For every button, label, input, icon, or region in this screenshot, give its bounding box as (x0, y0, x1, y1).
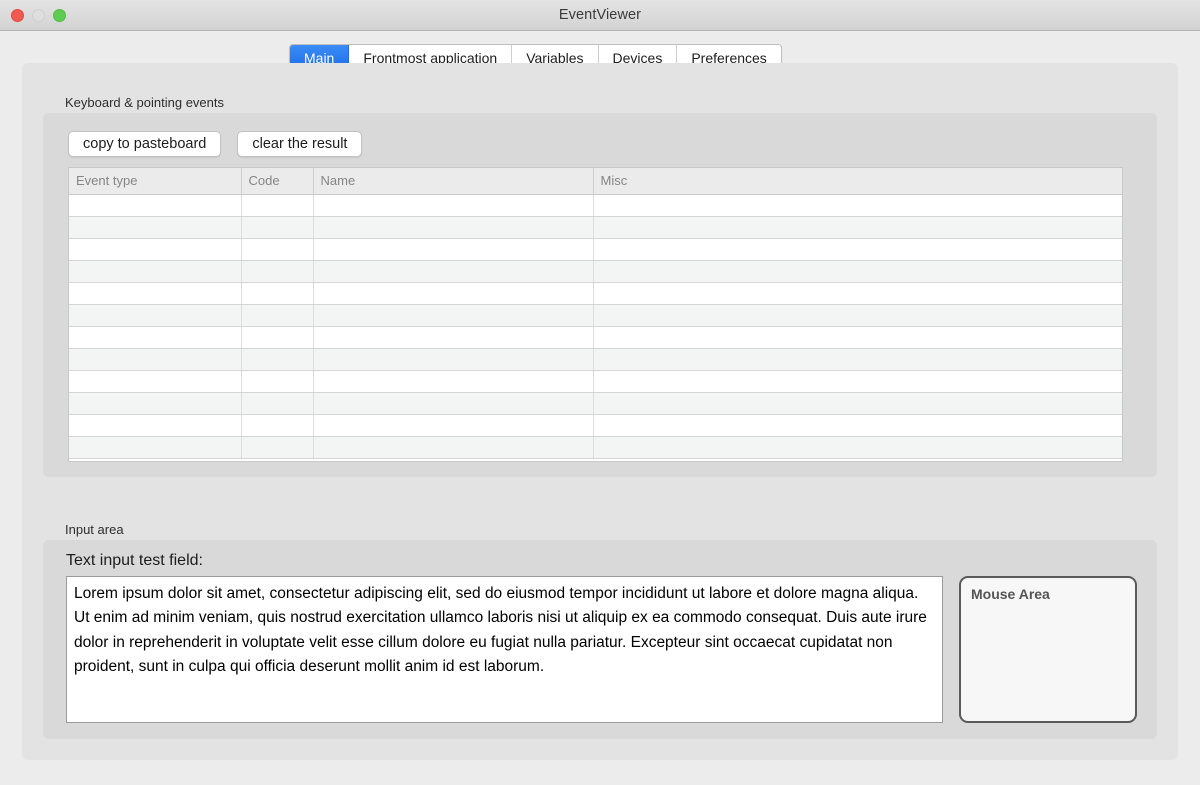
table-row[interactable] (69, 194, 1122, 216)
table-row[interactable] (69, 238, 1122, 260)
table-row[interactable] (69, 282, 1122, 304)
clear-the-result-button[interactable]: clear the result (237, 131, 362, 157)
table-cell (241, 414, 313, 436)
table-cell (313, 282, 593, 304)
events-table-body (69, 194, 1122, 458)
table-cell (593, 216, 1122, 238)
copy-to-pasteboard-button[interactable]: copy to pasteboard (68, 131, 221, 157)
input-group-box: Text input test field: Mouse Area (43, 540, 1157, 739)
table-cell (241, 282, 313, 304)
table-cell (69, 304, 241, 326)
table-cell (69, 326, 241, 348)
table-cell (313, 194, 593, 216)
table-cell (313, 436, 593, 458)
input-group-label: Input area (65, 522, 124, 537)
table-cell (69, 392, 241, 414)
column-header-name[interactable]: Name (313, 168, 593, 194)
table-cell (313, 414, 593, 436)
table-cell (241, 194, 313, 216)
table-cell (69, 282, 241, 304)
events-group-box: copy to pasteboard clear the result Even… (43, 113, 1157, 477)
column-header-misc[interactable]: Misc (593, 168, 1122, 194)
table-cell (593, 436, 1122, 458)
content-panel: Keyboard & pointing events copy to paste… (22, 63, 1178, 760)
table-cell (241, 326, 313, 348)
table-cell (69, 348, 241, 370)
table-cell (69, 216, 241, 238)
table-row[interactable] (69, 348, 1122, 370)
table-cell (593, 194, 1122, 216)
table-cell (241, 370, 313, 392)
table-cell (241, 260, 313, 282)
table-cell (241, 304, 313, 326)
table-row[interactable] (69, 326, 1122, 348)
table-row[interactable] (69, 370, 1122, 392)
table-cell (313, 348, 593, 370)
events-group-label: Keyboard & pointing events (65, 95, 224, 110)
table-cell (313, 304, 593, 326)
table-cell (241, 348, 313, 370)
table-cell (593, 238, 1122, 260)
table-cell (593, 260, 1122, 282)
events-table: Event type Code Name Misc (69, 168, 1122, 459)
table-cell (593, 392, 1122, 414)
text-input-test-field[interactable] (66, 576, 943, 723)
table-cell (313, 392, 593, 414)
app-window: EventViewer Main Frontmost application V… (0, 0, 1200, 785)
table-header-row: Event type Code Name Misc (69, 168, 1122, 194)
events-button-row: copy to pasteboard clear the result (68, 131, 362, 157)
table-cell (593, 282, 1122, 304)
table-row[interactable] (69, 414, 1122, 436)
table-cell (241, 216, 313, 238)
text-field-label: Text input test field: (66, 552, 203, 570)
table-cell (241, 392, 313, 414)
events-table-scrollview[interactable]: Event type Code Name Misc (68, 167, 1123, 462)
table-cell (241, 238, 313, 260)
column-header-code[interactable]: Code (241, 168, 313, 194)
table-row[interactable] (69, 260, 1122, 282)
table-row[interactable] (69, 436, 1122, 458)
window-title: EventViewer (0, 0, 1200, 30)
table-cell (313, 216, 593, 238)
table-cell (69, 238, 241, 260)
column-header-event-type[interactable]: Event type (69, 168, 241, 194)
table-cell (593, 414, 1122, 436)
table-cell (313, 326, 593, 348)
window-titlebar: EventViewer (0, 0, 1200, 31)
table-cell (593, 348, 1122, 370)
table-cell (593, 304, 1122, 326)
table-row[interactable] (69, 304, 1122, 326)
table-cell (313, 370, 593, 392)
events-table-header: Event type Code Name Misc (69, 168, 1122, 194)
table-cell (69, 414, 241, 436)
table-row[interactable] (69, 216, 1122, 238)
mouse-area[interactable]: Mouse Area (959, 576, 1137, 723)
table-cell (69, 370, 241, 392)
mouse-area-label: Mouse Area (971, 586, 1050, 602)
table-cell (593, 370, 1122, 392)
table-cell (69, 260, 241, 282)
table-cell (593, 326, 1122, 348)
table-cell (313, 260, 593, 282)
table-cell (69, 436, 241, 458)
table-cell (241, 436, 313, 458)
table-cell (69, 194, 241, 216)
table-cell (313, 238, 593, 260)
table-row[interactable] (69, 392, 1122, 414)
